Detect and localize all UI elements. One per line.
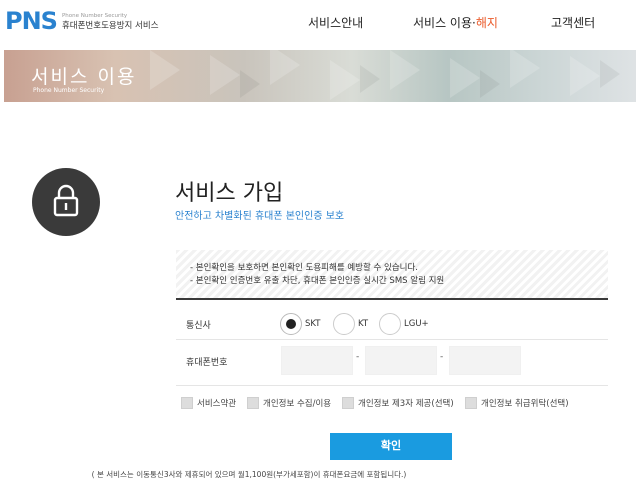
notice-box: - 본인확인을 보호하면 본인확인 도용피해를 예방할 수 있습니다. - 본인… <box>176 250 608 300</box>
lock-icon <box>53 184 79 217</box>
radio-label: LGU+ <box>404 319 429 329</box>
phone-dash: - <box>356 352 360 362</box>
confirm-button[interactable]: 확인 <box>330 433 452 460</box>
radio-label: KT <box>358 319 369 329</box>
page-subtitle: 안전하고 차별화된 휴대폰 본인인증 보호 <box>175 211 345 222</box>
logo-subtitle: Phone Number Security <box>61 13 128 19</box>
checkbox-box[interactable] <box>247 397 259 409</box>
banner-subtitle: Phone Number Security <box>33 87 105 94</box>
agree-consignment-checkbox[interactable]: 개인정보 취급위탁(선택) <box>465 397 569 409</box>
notice-line: - 본인확인을 보호하면 본인확인 도용피해를 예방할 수 있습니다. <box>190 263 419 273</box>
radio-circle[interactable] <box>333 313 355 335</box>
agree-privacy-collect-checkbox[interactable]: 개인정보 수집/이용 <box>247 397 331 409</box>
nav-label-cancel: 해지 <box>475 16 498 30</box>
checkbox-box[interactable] <box>465 397 477 409</box>
checkbox-label: 개인정보 취급위탁(선택) <box>481 399 569 409</box>
billing-footnote: ( 본 서비스는 이동통신3사와 제휴되어 있으며 월1,100원(부가세포함)… <box>0 469 640 480</box>
carrier-radio-kt[interactable]: KT <box>333 313 368 335</box>
radio-circle[interactable] <box>379 313 401 335</box>
phone-input-part3[interactable] <box>449 346 521 375</box>
logo[interactable]: PNS Phone Number Security 휴대폰번호도용방지 서비스 <box>5 8 159 34</box>
footnote-text: ( 본 서비스는 이동통신3사와 제휴되어 있으며 월1,100원(부가세포함)… <box>91 470 407 479</box>
banner-title: 서비스 이용 <box>31 66 137 88</box>
nav-item-customer-center[interactable]: 고객센터 <box>551 14 595 31</box>
site-header: PNS Phone Number Security 휴대폰번호도용방지 서비스 … <box>0 0 640 50</box>
nav-item-service-use-cancel[interactable]: 서비스 이용·해지 <box>413 14 498 31</box>
checkbox-label: 개인정보 제3자 제공(선택) <box>358 399 454 409</box>
phone-dash: - <box>440 352 444 362</box>
page-banner: 서비스 이용 <box>0 50 640 102</box>
carrier-radio-skt[interactable]: SKT <box>280 313 321 335</box>
divider <box>176 385 608 386</box>
checkbox-box[interactable] <box>181 397 193 409</box>
agree-terms-checkbox[interactable]: 서비스약관 <box>181 397 236 409</box>
phone-label: 휴대폰번호 <box>186 358 228 368</box>
logo-text: Phone Number Security 휴대폰번호도용방지 서비스 <box>62 13 159 32</box>
carrier-radio-lgu[interactable]: LGU+ <box>379 313 429 335</box>
agree-third-party-checkbox[interactable]: 개인정보 제3자 제공(선택) <box>342 397 454 409</box>
logo-title: 휴대폰번호도용방지 서비스 <box>61 21 159 31</box>
notice-line: - 본인확인 인증번호 유출 차단, 휴대폰 본인인증 실시간 SMS 알림 지… <box>190 276 445 286</box>
page-title: 서비스 가입 <box>175 181 284 206</box>
radio-label: SKT <box>305 319 321 329</box>
checkbox-label: 개인정보 수집/이용 <box>263 399 332 409</box>
lock-badge <box>32 168 100 236</box>
divider <box>176 339 608 340</box>
radio-circle[interactable] <box>280 313 302 335</box>
checkbox-label: 서비스약관 <box>197 399 237 409</box>
carrier-label: 통신사 <box>186 321 211 331</box>
checkbox-box[interactable] <box>342 397 354 409</box>
nav-item-service-guide[interactable]: 서비스안내 <box>308 14 363 31</box>
phone-input-part2[interactable] <box>365 346 437 375</box>
phone-input-part1[interactable] <box>281 346 353 375</box>
nav-label-service-use: 서비스 이용· <box>413 16 476 30</box>
logo-mark: PNS <box>5 7 58 35</box>
